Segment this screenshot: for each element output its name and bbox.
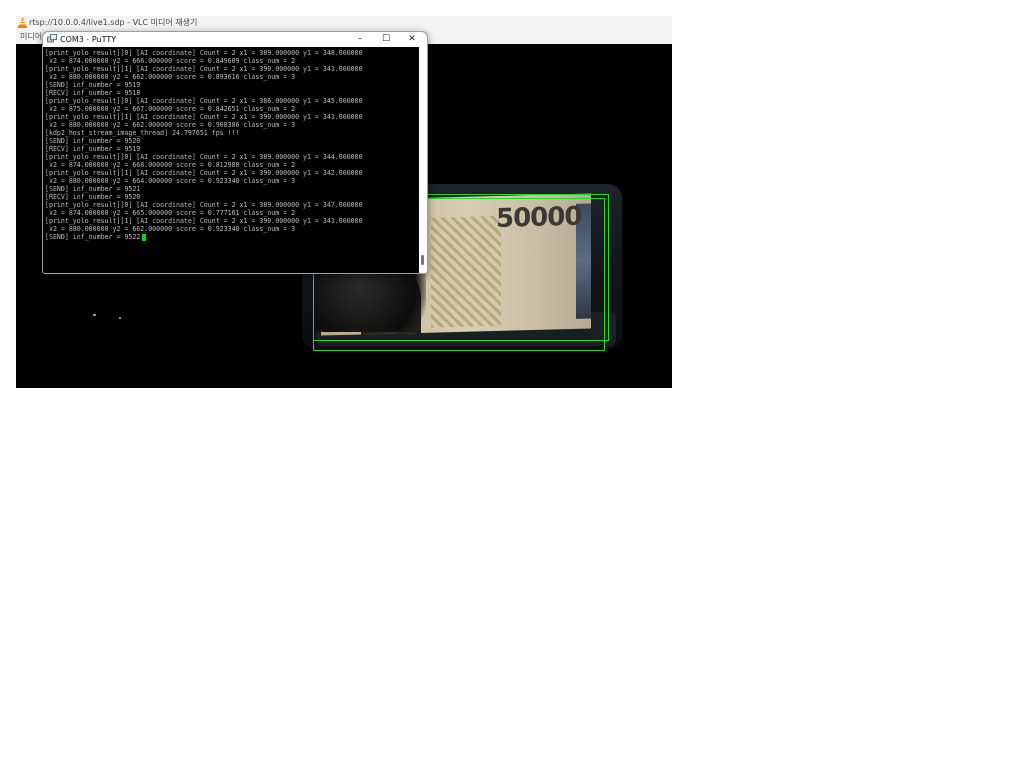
terminal-line: [RECV] inf_number = 9520: [45, 193, 141, 201]
terminal-line: x2 = 874.000000 y2 = 666.000000 score = …: [45, 57, 296, 65]
terminal-line: [print_yolo_result][1] [AI coordinate] C…: [45, 113, 363, 121]
terminal-line: [SEND] inf_number = 9520: [45, 137, 141, 145]
light-speck: [119, 317, 121, 319]
menu-media[interactable]: 미디어: [20, 32, 42, 42]
terminal-line: [print_yolo_result][0] [AI coordinate] C…: [45, 153, 363, 161]
terminal-line: x2 = 880.000000 y2 = 662.000000 score = …: [45, 121, 296, 129]
terminal-line: [SEND] inf_number = 9521: [45, 185, 141, 193]
putty-icon: [47, 34, 57, 43]
terminal-line: [SEND] inf_number = 9522: [45, 233, 141, 241]
putty-titlebar[interactable]: COM3 - PuTTY – ☐ ✕: [43, 32, 427, 47]
terminal-line: [kdp2_host_stream_image_thread] 24.79765…: [45, 129, 240, 137]
light-speck: [93, 314, 96, 316]
terminal-line: x2 = 874.000000 y2 = 668.000000 score = …: [45, 161, 296, 169]
terminal-line: [RECV] inf_number = 9519: [45, 145, 141, 153]
terminal-output[interactable]: [print_yolo_result][0] [AI coordinate] C…: [43, 47, 421, 273]
terminal-line: [print_yolo_result][1] [AI coordinate] C…: [45, 65, 363, 73]
terminal-line: x2 = 880.000000 y2 = 664.000000 score = …: [45, 177, 296, 185]
terminal-line: [print_yolo_result][1] [AI coordinate] C…: [45, 217, 363, 225]
vlc-cone-icon: [18, 17, 27, 28]
terminal-line: [SEND] inf_number = 9519: [45, 81, 141, 89]
terminal-line: x2 = 875.000000 y2 = 667.000000 score = …: [45, 105, 296, 113]
terminal-line: [print_yolo_result][0] [AI coordinate] C…: [45, 201, 363, 209]
terminal-line: [print_yolo_result][0] [AI coordinate] C…: [45, 49, 363, 57]
putty-window-title: COM3 - PuTTY: [60, 35, 117, 44]
vlc-titlebar[interactable]: rtsp://10.0.0.4/live1.sdp - VLC 미디어 재생기: [16, 16, 672, 30]
terminal-line: [RECV] inf_number = 9518: [45, 89, 141, 97]
close-button[interactable]: ✕: [399, 32, 425, 47]
scrollbar[interactable]: [419, 47, 427, 273]
putty-window: COM3 - PuTTY – ☐ ✕ [print_yolo_result][0…: [42, 31, 428, 274]
scrollbar-thumb[interactable]: [421, 255, 424, 265]
vlc-window-title: rtsp://10.0.0.4/live1.sdp - VLC 미디어 재생기: [29, 18, 198, 27]
minimize-button[interactable]: –: [347, 32, 373, 47]
terminal-prompt-line: [SEND] inf_number = 9522: [45, 233, 421, 241]
maximize-button[interactable]: ☐: [373, 32, 399, 47]
terminal-line: [print_yolo_result][0] [AI coordinate] C…: [45, 97, 363, 105]
terminal-line: x2 = 880.000000 y2 = 662.000000 score = …: [45, 73, 296, 81]
terminal-line: [print_yolo_result][1] [AI coordinate] C…: [45, 169, 363, 177]
terminal-line: x2 = 880.000000 y2 = 662.000000 score = …: [45, 225, 296, 233]
terminal-line: x2 = 874.000000 y2 = 665.000000 score = …: [45, 209, 296, 217]
terminal-cursor: [142, 233, 147, 241]
